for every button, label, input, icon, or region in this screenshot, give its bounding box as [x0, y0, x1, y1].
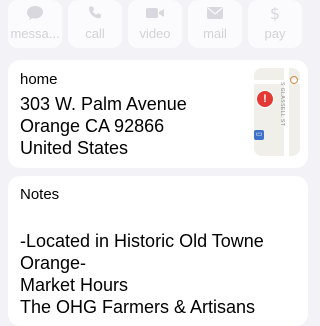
- dollar-icon: $: [269, 4, 281, 22]
- address-type-label: home: [20, 71, 58, 88]
- video-button[interactable]: video: [128, 0, 182, 48]
- pay-label: pay: [264, 26, 286, 41]
- mail-icon: [206, 4, 224, 22]
- message-button[interactable]: messa...: [8, 0, 62, 48]
- location-pin-icon: !: [256, 90, 274, 108]
- contact-actions-row: messa... call video mail $ pay: [0, 0, 310, 48]
- call-label: call: [85, 26, 105, 41]
- video-label: video: [139, 26, 171, 41]
- note-line: Orange-: [20, 253, 87, 273]
- note-line: Market Hours: [20, 275, 129, 295]
- address-country: United States: [20, 138, 129, 158]
- pay-button[interactable]: $ pay: [248, 0, 302, 48]
- video-icon: [145, 4, 165, 22]
- notes-label: Notes: [20, 186, 60, 203]
- note-line: The OHG Farmers & Artisans: [20, 297, 256, 317]
- mail-button[interactable]: mail: [188, 0, 242, 48]
- address-card[interactable]: home 303 W. Palm Avenue Orange CA 92866 …: [8, 60, 308, 168]
- address-street: 303 W. Palm Avenue: [20, 94, 187, 114]
- transit-icon: ▭: [254, 130, 264, 140]
- note-line: -Located in Historic Old Towne: [20, 231, 264, 251]
- call-button[interactable]: call: [68, 0, 122, 48]
- mail-label: mail: [203, 26, 227, 41]
- map-thumbnail[interactable]: S GLASSELL ST ! ▭: [254, 68, 300, 156]
- phone-icon: [87, 4, 103, 22]
- poi-icon: [290, 76, 298, 84]
- svg-text:$: $: [270, 4, 280, 22]
- map-street-label: S GLASSELL ST: [279, 82, 285, 127]
- notes-card[interactable]: Notes -Located in Historic Old Towne Ora…: [8, 176, 308, 326]
- message-label: messa...: [10, 26, 60, 41]
- message-icon: [26, 4, 44, 22]
- address-city: Orange CA 92866: [20, 116, 165, 136]
